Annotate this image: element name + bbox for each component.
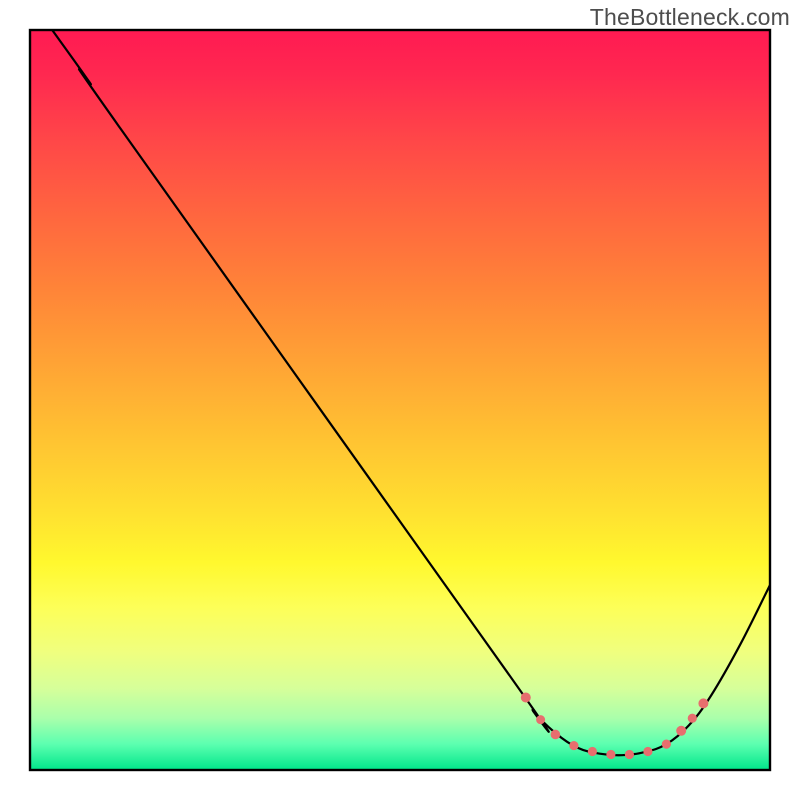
curve-marker [662, 740, 671, 749]
curve-marker [676, 726, 686, 736]
watermark-label: TheBottleneck.com [590, 4, 790, 31]
curve-marker [698, 698, 708, 708]
curve-marker [536, 715, 545, 724]
curve-marker [588, 747, 597, 756]
chart-container: TheBottleneck.com [0, 0, 800, 800]
curve-marker [569, 741, 578, 750]
curve-marker [521, 692, 531, 702]
curve-marker [606, 750, 615, 759]
curve-marker [643, 747, 652, 756]
curve-marker [551, 730, 561, 740]
curve-marker [688, 714, 697, 723]
bottleneck-chart [0, 0, 800, 800]
plot-background [30, 30, 770, 770]
curve-marker [625, 750, 634, 759]
